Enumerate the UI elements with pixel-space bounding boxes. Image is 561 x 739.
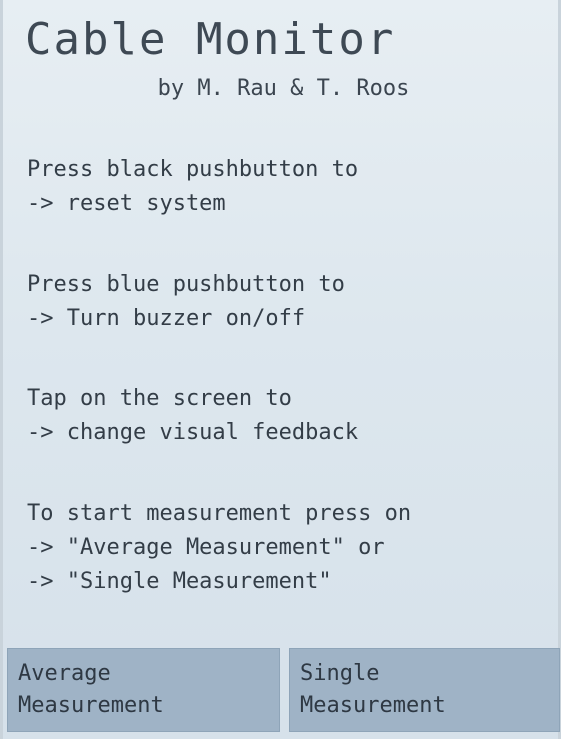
- instruction-visual-feedback: Tap on the screen to -> change visual fe…: [27, 382, 358, 450]
- app-subtitle: by M. Rau & T. Roos: [157, 76, 410, 101]
- instruction-line: Press black pushbutton to: [27, 157, 359, 182]
- app-title: Cable Monitor: [25, 14, 396, 65]
- instruction-line: -> Turn buzzer on/off: [27, 306, 306, 331]
- average-measurement-button[interactable]: Average Measurement: [7, 648, 280, 732]
- button-label-line: Measurement: [18, 693, 164, 718]
- instruction-line: Tap on the screen to: [27, 386, 292, 411]
- instruction-start-measurement: To start measurement press on -> "Averag…: [27, 497, 411, 599]
- instruction-reset: Press black pushbutton to -> reset syste…: [27, 153, 358, 221]
- instruction-line: To start measurement press on: [27, 501, 412, 526]
- instruction-line: -> change visual feedback: [27, 420, 359, 445]
- instruction-line: -> "Average Measurement" or: [27, 535, 385, 560]
- instruction-line: -> reset system: [27, 191, 226, 216]
- button-label-line: Measurement: [300, 693, 446, 718]
- touch-screen[interactable]: Cable Monitor by M. Rau & T. Roos Press …: [0, 0, 561, 739]
- instruction-line: Press blue pushbutton to: [27, 272, 345, 297]
- button-label-line: Single: [300, 661, 380, 686]
- single-measurement-button[interactable]: Single Measurement: [289, 648, 560, 732]
- instruction-buzzer: Press blue pushbutton to -> Turn buzzer …: [27, 268, 345, 336]
- button-label-line: Average: [18, 661, 111, 686]
- instruction-line: -> "Single Measurement": [27, 569, 332, 594]
